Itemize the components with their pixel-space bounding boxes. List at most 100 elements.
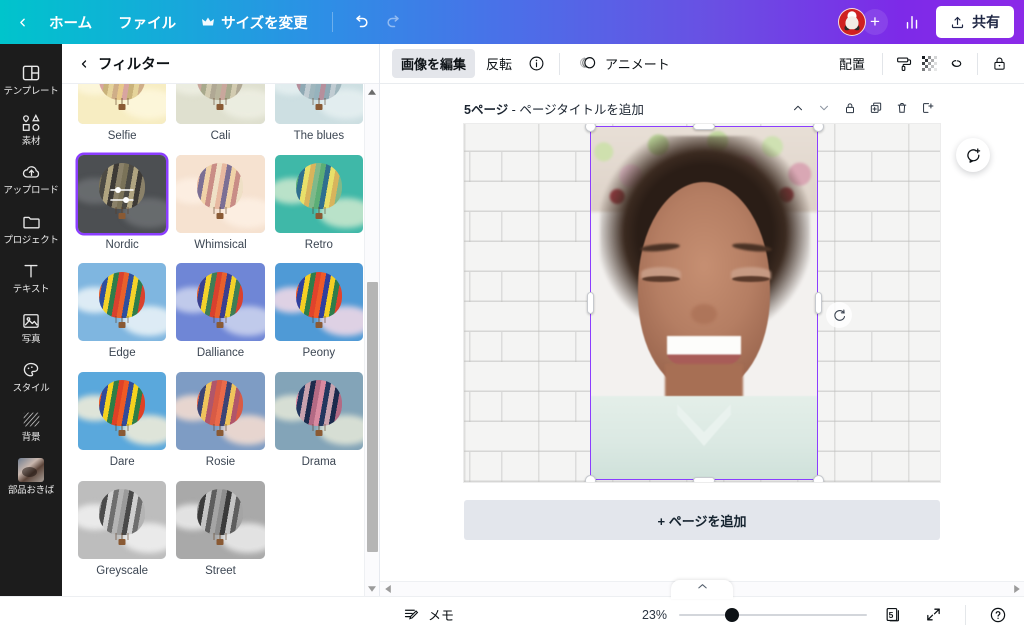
resize-handle-bottom-left[interactable] bbox=[584, 474, 596, 482]
collapse-panel-tab[interactable] bbox=[671, 580, 733, 599]
sidebar-label-styles: スタイル bbox=[12, 383, 50, 394]
animate-button[interactable]: アニメート bbox=[570, 49, 679, 78]
filter-item-the-blues[interactable]: The blues bbox=[274, 84, 363, 153]
filter-thumbnail bbox=[176, 480, 265, 559]
lock-page-button[interactable] bbox=[838, 96, 862, 120]
delete-page-button[interactable] bbox=[890, 96, 914, 120]
page-number-label: 5ページ bbox=[464, 102, 509, 117]
flip-button[interactable]: 反転 bbox=[477, 49, 521, 78]
notes-label: メモ bbox=[428, 608, 455, 623]
scroll-up-button[interactable] bbox=[365, 84, 380, 99]
filter-item-greyscale[interactable]: Greyscale bbox=[78, 480, 167, 588]
canvas-area[interactable]: 5ページ - ページタイトルを追加 + ページを追加 bbox=[380, 84, 1024, 581]
undo-button[interactable] bbox=[345, 6, 377, 38]
sidebar-label-projects: プロジェクト bbox=[3, 234, 59, 246]
sidebar-item-background[interactable]: 背景 bbox=[0, 401, 62, 450]
resize-handle-top-right[interactable] bbox=[812, 124, 824, 132]
add-page-button[interactable]: + ページを追加 bbox=[464, 500, 940, 540]
transparency-button[interactable] bbox=[917, 51, 943, 77]
resize-handle-left[interactable] bbox=[586, 292, 594, 314]
resize-button[interactable]: サイズを変更 bbox=[190, 6, 320, 39]
fullscreen-button[interactable] bbox=[919, 601, 947, 629]
back-button[interactable] bbox=[12, 10, 35, 35]
checkerboard-transparency-icon bbox=[922, 55, 937, 71]
page-title[interactable]: 5ページ - ページタイトルを追加 bbox=[464, 99, 644, 118]
redo-button[interactable] bbox=[379, 6, 411, 38]
resize-handle-bottom-right[interactable] bbox=[812, 474, 824, 482]
sidebar-item-styles[interactable]: スタイル bbox=[0, 351, 62, 401]
filter-item-dalliance[interactable]: Dalliance bbox=[176, 263, 265, 370]
sidebar-item-elements[interactable]: 素材 bbox=[0, 104, 62, 154]
insert-page-button[interactable] bbox=[916, 96, 940, 120]
scroll-right-button[interactable] bbox=[1009, 582, 1024, 597]
sidebar-item-projects[interactable]: プロジェクト bbox=[0, 203, 62, 253]
animate-label: アニメート bbox=[605, 57, 670, 72]
scrollbar-track[interactable] bbox=[365, 99, 379, 581]
share-button[interactable]: 共有 bbox=[936, 6, 1014, 38]
resize-handle-top-left[interactable] bbox=[584, 124, 596, 132]
resize-handle-top[interactable] bbox=[693, 124, 715, 130]
lock-icon bbox=[846, 103, 854, 114]
link-button[interactable] bbox=[943, 51, 969, 77]
zoom-slider-track bbox=[679, 613, 867, 616]
photo-element[interactable] bbox=[590, 126, 818, 480]
help-button[interactable] bbox=[984, 601, 1012, 629]
scroll-left-button[interactable] bbox=[380, 582, 395, 597]
filter-item-rosie[interactable]: Rosie bbox=[176, 371, 265, 479]
sidebar-item-photos[interactable]: 写真 bbox=[0, 302, 62, 352]
arrange-button[interactable]: 配置 bbox=[830, 49, 874, 78]
zoom-percentage[interactable]: 23% bbox=[631, 608, 667, 622]
filters-scroll-region: Selfie Cali The blues Nordic Whimsical Retro E… bbox=[62, 84, 379, 596]
canvas-horizontal-scrollbar[interactable] bbox=[380, 580, 1024, 599]
lock-button[interactable] bbox=[986, 51, 1012, 77]
scroll-down-button[interactable] bbox=[365, 581, 380, 596]
filter-item-nordic[interactable]: Nordic bbox=[78, 154, 167, 262]
filter-item-drama[interactable]: Drama bbox=[274, 371, 363, 479]
hot-air-balloon-icon bbox=[99, 380, 146, 438]
chevron-left-icon[interactable] bbox=[78, 58, 90, 70]
resize-handle-right[interactable] bbox=[814, 292, 822, 314]
filter-item-edge[interactable]: Edge bbox=[78, 263, 167, 370]
avatar[interactable] bbox=[838, 8, 866, 36]
page-canvas[interactable] bbox=[464, 124, 940, 482]
sliders-adjust-icon bbox=[110, 187, 134, 204]
rotate-handle[interactable] bbox=[826, 302, 852, 328]
sidebar-item-parts-storage[interactable]: 部品おきば bbox=[0, 449, 62, 503]
move-page-down-button[interactable] bbox=[812, 96, 836, 120]
filter-item-cali[interactable]: Cali bbox=[176, 84, 265, 153]
panel-vertical-scrollbar[interactable] bbox=[364, 84, 379, 596]
notes-button[interactable]: メモ bbox=[396, 601, 461, 628]
hot-air-balloon-icon bbox=[99, 489, 146, 547]
filter-item-selfie[interactable]: Selfie bbox=[78, 84, 167, 153]
top-bar-right-group: + 共有 bbox=[838, 6, 1024, 38]
edit-image-button[interactable]: 画像を編集 bbox=[392, 49, 476, 78]
filter-item-dare[interactable]: Dare bbox=[78, 371, 167, 479]
zoom-controls: 23% 5 bbox=[631, 601, 1012, 629]
resize-handle-bottom[interactable] bbox=[693, 476, 715, 482]
scrollbar-thumb[interactable] bbox=[367, 282, 378, 553]
nose-region bbox=[691, 304, 717, 324]
hot-air-balloon-icon bbox=[295, 380, 342, 438]
pages-grid-button[interactable]: 5 bbox=[879, 601, 907, 629]
caret-right-icon bbox=[1013, 585, 1020, 593]
sidebar-item-text[interactable]: テキスト bbox=[0, 252, 62, 302]
upload-cloud-icon bbox=[22, 166, 39, 178]
sidebar-item-templates[interactable]: テンプレート bbox=[0, 54, 62, 104]
add-comment-button[interactable] bbox=[956, 138, 990, 172]
filter-item-retro[interactable]: Retro bbox=[274, 154, 363, 262]
insights-button[interactable] bbox=[896, 6, 928, 38]
filter-item-peony[interactable]: Peony bbox=[274, 263, 363, 370]
image-info-button[interactable] bbox=[523, 51, 549, 77]
home-menu[interactable]: ホーム bbox=[37, 6, 104, 39]
move-page-up-button[interactable] bbox=[786, 96, 810, 120]
file-menu[interactable]: ファイル bbox=[106, 6, 188, 39]
paint-roller-button[interactable] bbox=[891, 51, 917, 77]
element-toolbar: 画像を編集 反転 アニメート 配置 bbox=[380, 44, 1024, 84]
zoom-slider-knob[interactable] bbox=[725, 607, 739, 622]
sidebar-item-uploads[interactable]: アップロード bbox=[0, 153, 62, 203]
hot-air-balloon-icon bbox=[197, 380, 244, 438]
filter-item-street[interactable]: Street bbox=[176, 480, 265, 588]
zoom-slider[interactable] bbox=[679, 607, 867, 622]
filter-item-whimsical[interactable]: Whimsical bbox=[176, 154, 265, 262]
duplicate-page-button[interactable] bbox=[864, 96, 888, 120]
